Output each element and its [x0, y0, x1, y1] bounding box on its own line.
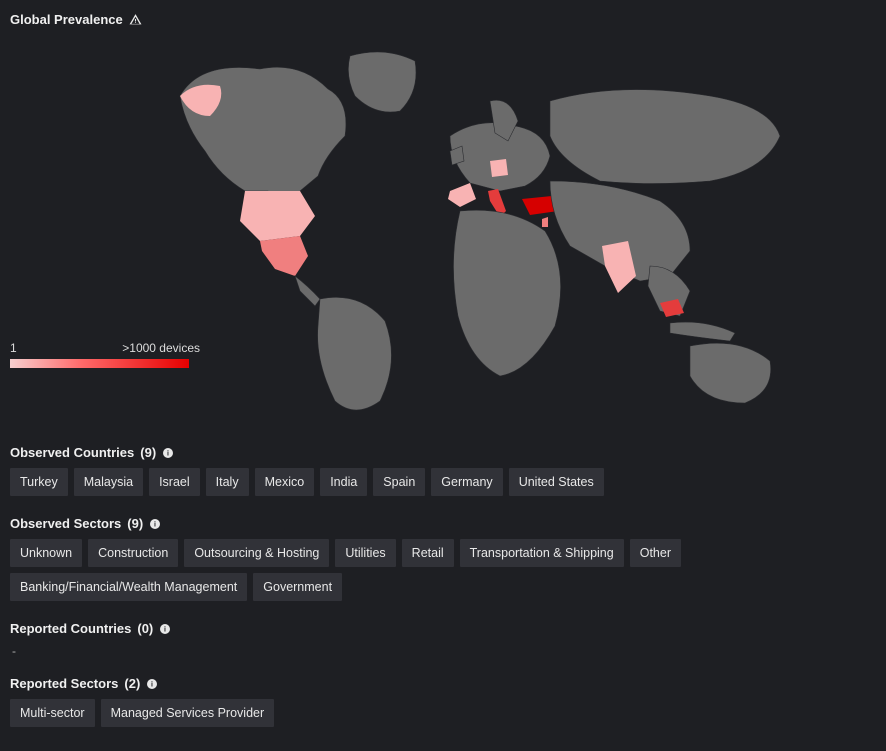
- info-icon[interactable]: i: [149, 518, 161, 530]
- global-prevalence-header: Global Prevalence: [10, 12, 876, 27]
- page-title: Global Prevalence: [10, 12, 123, 27]
- reported-countries-title: Reported Countries: [10, 621, 131, 636]
- reported-countries-header: Reported Countries 0 i: [10, 621, 876, 636]
- observed-countries-title: Observed Countries: [10, 445, 134, 460]
- reported-countries-count: 0: [137, 621, 153, 636]
- svg-text:i: i: [167, 450, 169, 457]
- country-tag[interactable]: India: [320, 468, 367, 496]
- country-tag[interactable]: Spain: [373, 468, 425, 496]
- observed-sectors-count: 9: [127, 516, 143, 531]
- observed-sectors-title: Observed Sectors: [10, 516, 121, 531]
- sector-tag[interactable]: Managed Services Provider: [101, 699, 275, 727]
- sector-tag[interactable]: Construction: [88, 539, 178, 567]
- sector-tag[interactable]: Banking/Financial/Wealth Management: [10, 573, 247, 601]
- info-icon[interactable]: i: [159, 623, 171, 635]
- observed-sectors-list: UnknownConstructionOutsourcing & Hosting…: [10, 539, 876, 601]
- sector-tag[interactable]: Other: [630, 539, 681, 567]
- observed-countries-header: Observed Countries 9 i: [10, 445, 876, 460]
- reported-countries-empty: -: [10, 644, 876, 658]
- sector-tag[interactable]: Transportation & Shipping: [460, 539, 624, 567]
- sector-tag[interactable]: Multi-sector: [10, 699, 95, 727]
- legend-min: 1: [10, 341, 17, 355]
- legend-max: >1000 devices: [122, 341, 200, 355]
- observed-sectors-header: Observed Sectors 9 i: [10, 516, 876, 531]
- sector-tag[interactable]: Retail: [402, 539, 454, 567]
- svg-text:i: i: [154, 521, 156, 528]
- reported-sectors-list: Multi-sectorManaged Services Provider: [10, 699, 876, 727]
- country-tag[interactable]: Turkey: [10, 468, 68, 496]
- observed-countries-count: 9: [140, 445, 156, 460]
- sector-tag[interactable]: Government: [253, 573, 342, 601]
- sector-tag[interactable]: Outsourcing & Hosting: [184, 539, 329, 567]
- country-tag[interactable]: United States: [509, 468, 604, 496]
- info-icon[interactable]: i: [146, 678, 158, 690]
- reported-sectors-header: Reported Sectors 2 i: [10, 676, 876, 691]
- country-tag[interactable]: Mexico: [255, 468, 315, 496]
- observed-countries-list: TurkeyMalaysiaIsraelItalyMexicoIndiaSpai…: [10, 468, 876, 496]
- legend-gradient: [10, 359, 189, 368]
- sector-tag[interactable]: Utilities: [335, 539, 395, 567]
- country-tag[interactable]: Germany: [431, 468, 502, 496]
- svg-text:i: i: [151, 681, 153, 688]
- world-map-svg: [150, 41, 790, 421]
- country-tag[interactable]: Malaysia: [74, 468, 143, 496]
- warning-icon[interactable]: [129, 13, 142, 26]
- country-tag[interactable]: Italy: [206, 468, 249, 496]
- reported-sectors-title: Reported Sectors: [10, 676, 118, 691]
- sector-tag[interactable]: Unknown: [10, 539, 82, 567]
- map-legend: 1 >1000 devices: [10, 341, 200, 368]
- svg-text:i: i: [164, 626, 166, 633]
- prevalence-map[interactable]: 1 >1000 devices: [10, 35, 876, 431]
- country-tag[interactable]: Israel: [149, 468, 200, 496]
- reported-sectors-count: 2: [124, 676, 140, 691]
- info-icon[interactable]: i: [162, 447, 174, 459]
